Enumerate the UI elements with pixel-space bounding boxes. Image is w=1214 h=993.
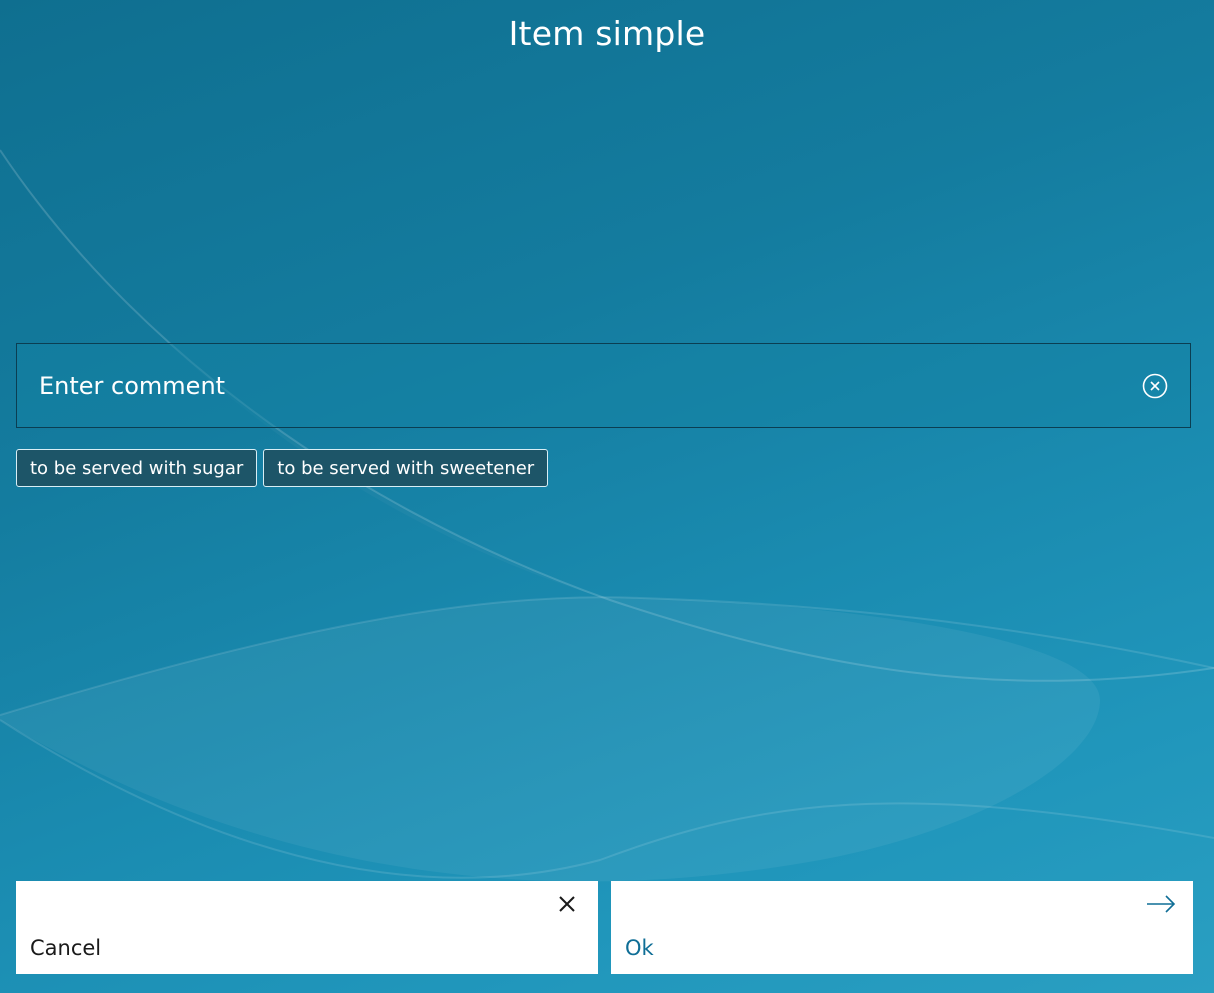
- ok-button-label: Ok: [625, 936, 654, 960]
- clear-circle-x-icon[interactable]: [1142, 373, 1168, 399]
- comment-suggestions: to be served with sugar to be served wit…: [16, 449, 549, 487]
- ok-button[interactable]: Ok: [611, 881, 1193, 974]
- suggestion-chip-sweetener[interactable]: to be served with sweetener: [263, 449, 549, 487]
- cancel-button-label: Cancel: [30, 936, 102, 960]
- cancel-button[interactable]: Cancel: [16, 881, 598, 974]
- page-title: Item simple: [508, 14, 706, 53]
- comment-input[interactable]: [39, 364, 1119, 408]
- arrow-right-icon: [1145, 893, 1177, 915]
- suggestion-chip-sugar[interactable]: to be served with sugar: [16, 449, 258, 487]
- background-waves: [0, 149, 1214, 882]
- comment-field[interactable]: [16, 343, 1191, 428]
- close-icon: [556, 893, 578, 915]
